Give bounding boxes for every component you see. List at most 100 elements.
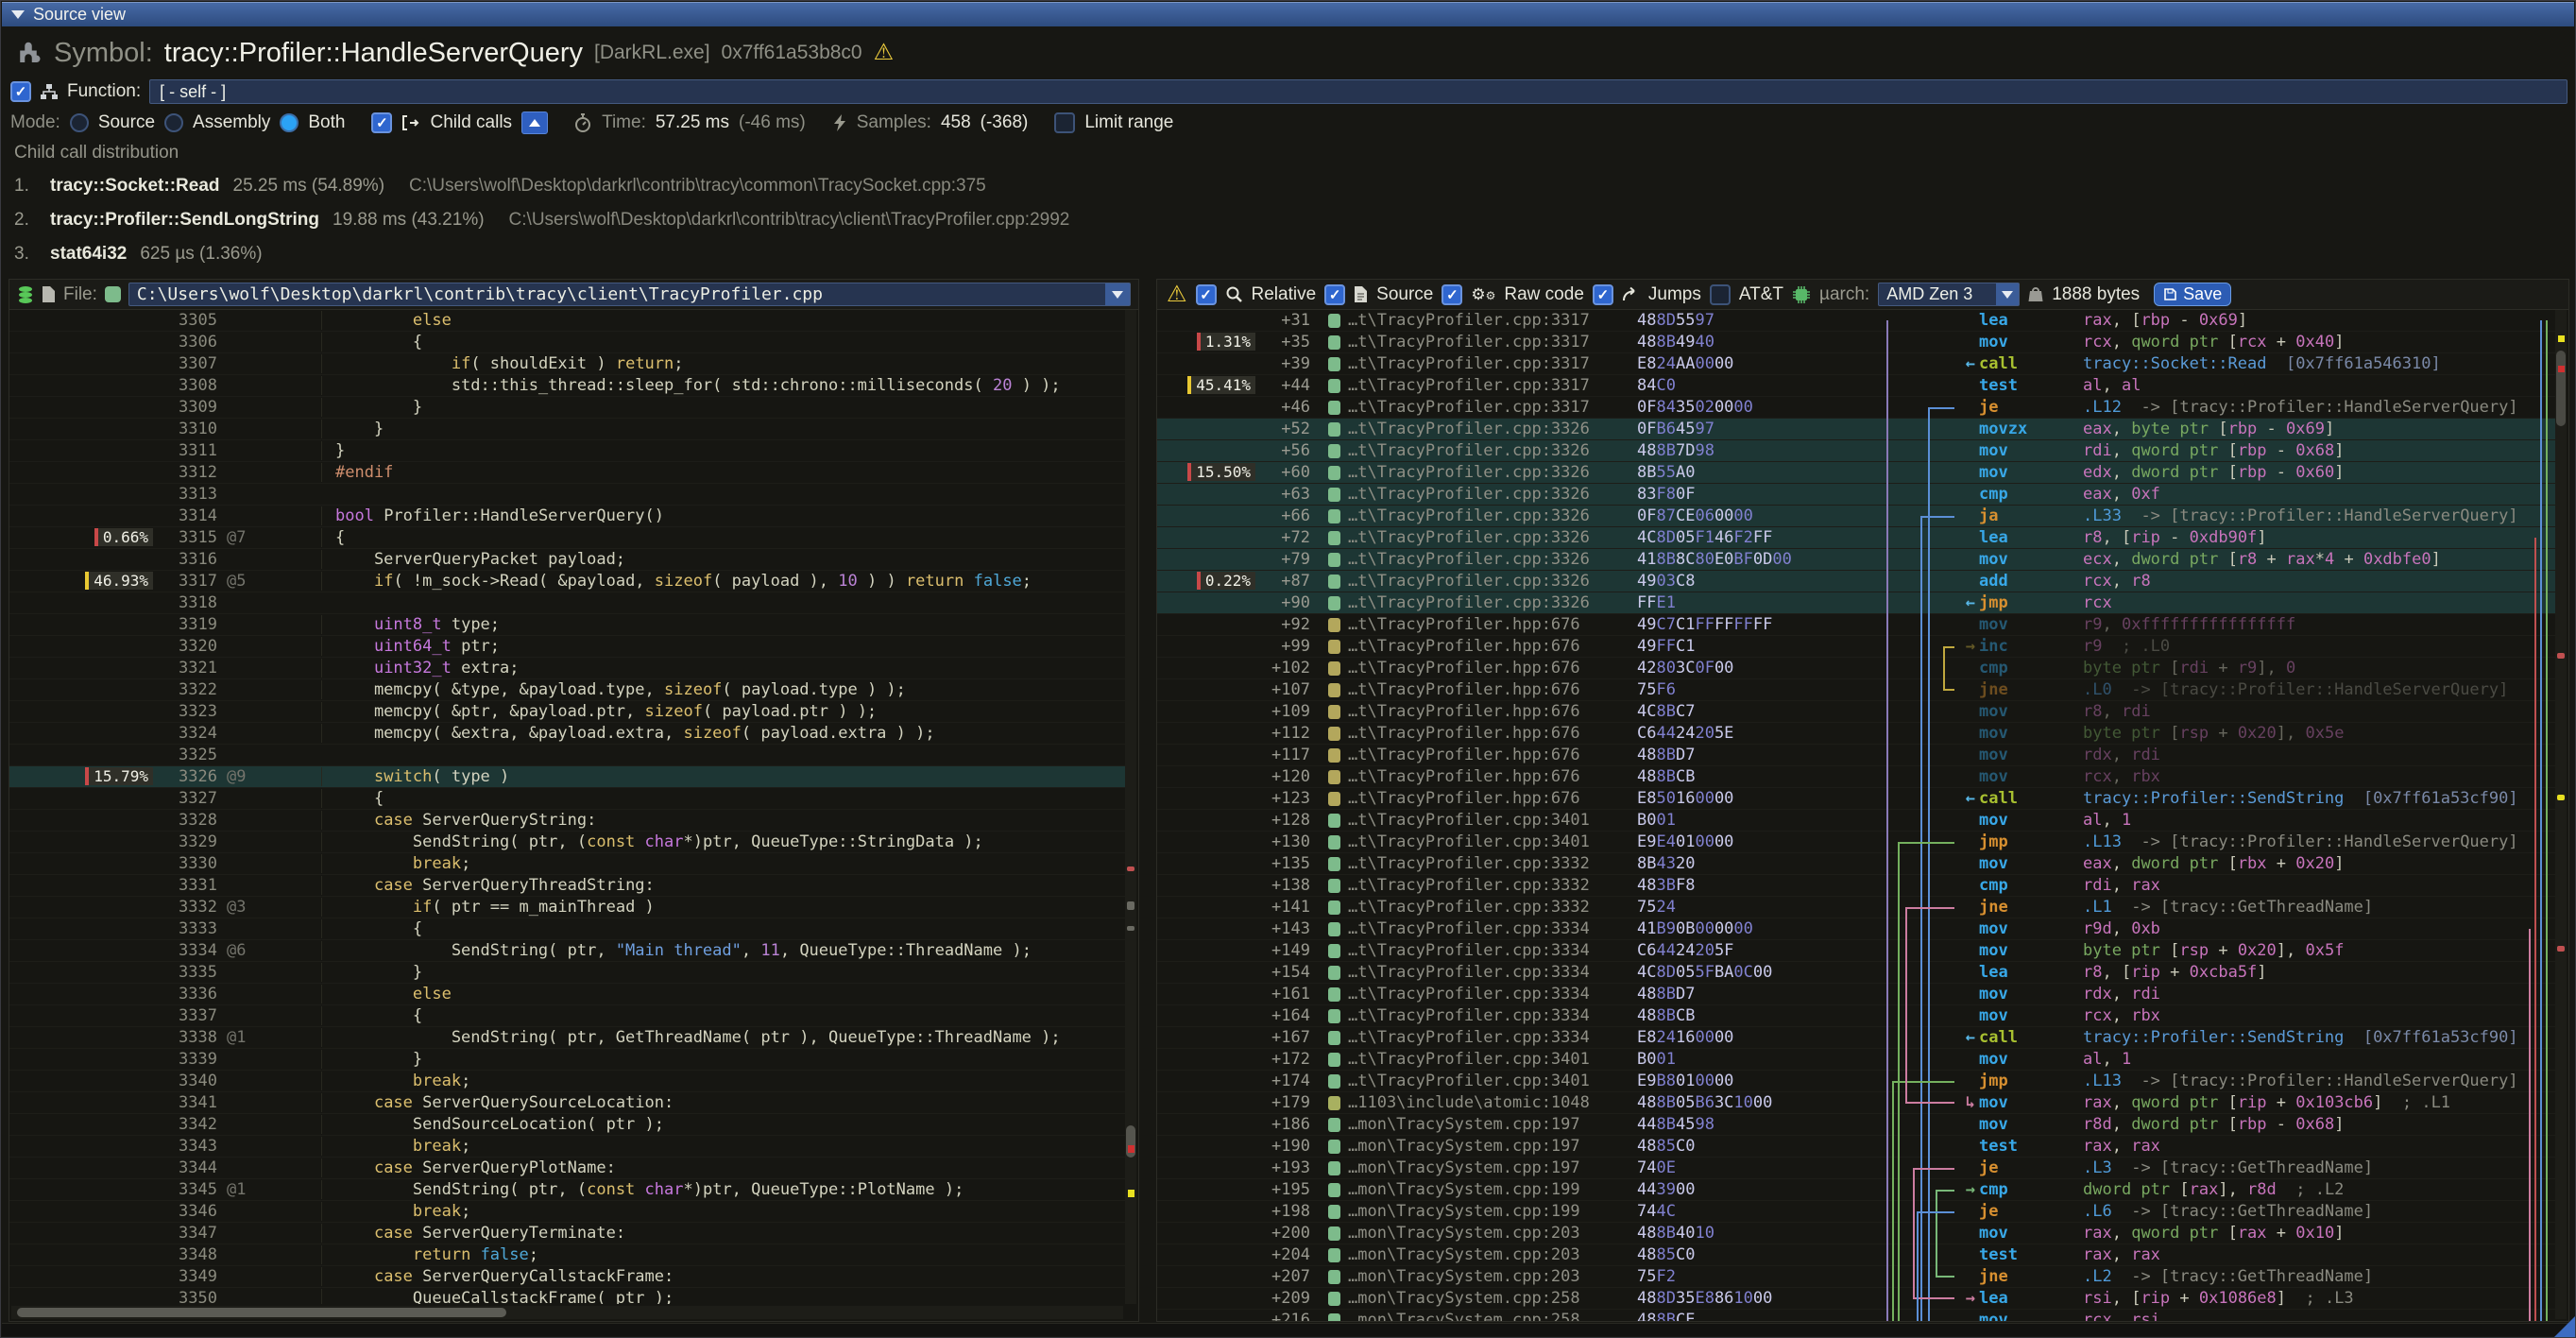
asm-instruction-row[interactable]: +195…mon\TracySystem.cpp:199443900→cmpdw… bbox=[1157, 1179, 2555, 1201]
source-checkbox[interactable]: ✓ bbox=[1324, 284, 1345, 305]
source-line-row[interactable]: 3307 if( shouldExit ) return; bbox=[9, 353, 1125, 375]
asm-source-location[interactable]: …t\TracyProfiler.cpp:3334 bbox=[1348, 1028, 1637, 1047]
asm-source-location[interactable]: …mon\TracySystem.cpp:203 bbox=[1348, 1245, 1637, 1264]
asm-instruction-row[interactable]: 0.22%+87…t\TracyProfiler.cpp:33264903C8a… bbox=[1157, 571, 2555, 592]
march-dropdown[interactable]: AMD Zen 3 bbox=[1878, 283, 2020, 306]
asm-source-location[interactable]: …t\TracyProfiler.cpp:3334 bbox=[1348, 1006, 1637, 1025]
asm-source-location[interactable]: …t\TracyProfiler.cpp:3317 bbox=[1348, 376, 1637, 395]
source-line-row[interactable]: 3318 bbox=[9, 592, 1125, 614]
source-line-row[interactable]: 3319 uint8_t type; bbox=[9, 614, 1125, 636]
source-horizontal-scrollbar[interactable] bbox=[11, 1306, 1123, 1319]
source-line-row[interactable]: 3350 QueueCallstackFrame( ptr ); bbox=[9, 1288, 1125, 1304]
asm-instruction-row[interactable]: +56…t\TracyProfiler.cpp:3326488B7D98movr… bbox=[1157, 440, 2555, 462]
raw-code-checkbox[interactable]: ✓ bbox=[1442, 284, 1462, 305]
source-line-row[interactable]: 3342 SendSourceLocation( ptr ); bbox=[9, 1114, 1125, 1136]
asm-source-location[interactable]: …t\TracyProfiler.hpp:676 bbox=[1348, 615, 1637, 634]
source-line-row[interactable]: 3333 { bbox=[9, 918, 1125, 940]
source-line-row[interactable]: 3349 case ServerQueryCallstackFrame: bbox=[9, 1266, 1125, 1288]
source-line-row[interactable]: 3327 { bbox=[9, 788, 1125, 810]
asm-instruction-row[interactable]: +149…t\TracyProfiler.cpp:3334C64424205Fm… bbox=[1157, 940, 2555, 962]
asm-instruction-row[interactable]: +141…t\TracyProfiler.cpp:33327524jne.L1 … bbox=[1157, 897, 2555, 918]
asm-instruction-row[interactable]: +63…t\TracyProfiler.cpp:332683F80Fcmpeax… bbox=[1157, 484, 2555, 506]
source-line-row[interactable]: 3320 uint64_t ptr; bbox=[9, 636, 1125, 658]
asm-source-location[interactable]: …t\TracyProfiler.cpp:3326 bbox=[1348, 420, 1637, 438]
asm-instruction-row[interactable]: 15.50%+60…t\TracyProfiler.cpp:33268B55A0… bbox=[1157, 462, 2555, 484]
asm-source-location[interactable]: …t\TracyProfiler.cpp:3317 bbox=[1348, 354, 1637, 373]
asm-instruction-row[interactable]: +186…mon\TracySystem.cpp:197448B4598movr… bbox=[1157, 1114, 2555, 1136]
asm-instruction-row[interactable]: +161…t\TracyProfiler.cpp:3334488BD7movrd… bbox=[1157, 984, 2555, 1005]
asm-instruction-row[interactable]: +143…t\TracyProfiler.cpp:333441B90B00000… bbox=[1157, 918, 2555, 940]
asm-instruction-row[interactable]: +198…mon\TracySystem.cpp:199744Cje.L6 ->… bbox=[1157, 1201, 2555, 1223]
asm-instruction-row[interactable]: +120…t\TracyProfiler.hpp:676488BCBmovrcx… bbox=[1157, 766, 2555, 788]
source-line-row[interactable]: 3314bool Profiler::HandleServerQuery() bbox=[9, 506, 1125, 527]
file-dropdown[interactable]: C:\Users\wolf\Desktop\darkrl\contrib\tra… bbox=[128, 283, 1131, 306]
asm-instruction-row[interactable]: +135…t\TracyProfiler.cpp:33328B4320movea… bbox=[1157, 853, 2555, 875]
source-line-row[interactable]: 3337 { bbox=[9, 1005, 1125, 1027]
asm-source-location[interactable]: …t\TracyProfiler.cpp:3401 bbox=[1348, 1050, 1637, 1069]
asm-source-location[interactable]: …t\TracyProfiler.cpp:3326 bbox=[1348, 593, 1637, 612]
asm-source-location[interactable]: …t\TracyProfiler.hpp:676 bbox=[1348, 789, 1637, 808]
asm-source-location[interactable]: …t\TracyProfiler.cpp:3326 bbox=[1348, 441, 1637, 460]
asm-source-location[interactable]: …t\TracyProfiler.hpp:676 bbox=[1348, 702, 1637, 721]
asm-instruction-row[interactable]: +72…t\TracyProfiler.cpp:33264C8D05F146F2… bbox=[1157, 527, 2555, 549]
asm-source-location[interactable]: …t\TracyProfiler.cpp:3317 bbox=[1348, 398, 1637, 417]
source-line-row[interactable]: 46.93%3317@5 if( !m_sock->Read( &payload… bbox=[9, 571, 1125, 592]
source-line-row[interactable]: 3324 memcpy( &extra, &payload.extra, siz… bbox=[9, 723, 1125, 745]
child-call-item[interactable]: 1.tracy::Socket::Read25.25 ms (54.89%)C:… bbox=[14, 176, 2567, 197]
asm-instruction-row[interactable]: +109…t\TracyProfiler.hpp:6764C8BC7movr8,… bbox=[1157, 701, 2555, 723]
asm-instruction-row[interactable]: +39…t\TracyProfiler.cpp:3317E824AA0000←c… bbox=[1157, 353, 2555, 375]
asm-source-location[interactable]: …t\TracyProfiler.cpp:3326 bbox=[1348, 528, 1637, 547]
asm-instruction-row[interactable]: +79…t\TracyProfiler.cpp:3326418B8C80E0BF… bbox=[1157, 549, 2555, 571]
asm-source-location[interactable]: …mon\TracySystem.cpp:199 bbox=[1348, 1180, 1637, 1199]
asm-source-location[interactable]: …t\TracyProfiler.hpp:676 bbox=[1348, 680, 1637, 699]
asm-instruction-row[interactable]: +128…t\TracyProfiler.cpp:3401B001moval, … bbox=[1157, 810, 2555, 832]
asm-instruction-row[interactable]: +107…t\TracyProfiler.hpp:67675F6jne.L0 -… bbox=[1157, 679, 2555, 701]
asm-instruction-row[interactable]: 1.31%+35…t\TracyProfiler.cpp:3317488B494… bbox=[1157, 332, 2555, 353]
asm-instruction-row[interactable]: +130…t\TracyProfiler.cpp:3401E9E4010000j… bbox=[1157, 832, 2555, 853]
source-line-row[interactable]: 3332@3 if( ptr == m_mainThread ) bbox=[9, 897, 1125, 918]
asm-source-location[interactable]: …mon\TracySystem.cpp:203 bbox=[1348, 1267, 1637, 1286]
source-line-row[interactable]: 3309 } bbox=[9, 397, 1125, 419]
source-line-row[interactable]: 3335 } bbox=[9, 962, 1125, 984]
asm-source-location[interactable]: …t\TracyProfiler.cpp:3334 bbox=[1348, 919, 1637, 938]
asm-source-location[interactable]: …mon\TracySystem.cpp:258 bbox=[1348, 1311, 1637, 1321]
collapse-icon[interactable] bbox=[11, 10, 25, 19]
asm-instruction-row[interactable]: +200…mon\TracySystem.cpp:203488B4010movr… bbox=[1157, 1223, 2555, 1244]
asm-instruction-row[interactable]: +179…1103\include\atomic:1048488B05B63C1… bbox=[1157, 1092, 2555, 1114]
asm-source-location[interactable]: …t\TracyProfiler.cpp:3334 bbox=[1348, 985, 1637, 1004]
source-line-row[interactable]: 3334@6 SendString( ptr, "Main thread", 1… bbox=[9, 940, 1125, 962]
source-line-row[interactable]: 3321 uint32_t extra; bbox=[9, 658, 1125, 679]
asm-source-location[interactable]: …t\TracyProfiler.cpp:3317 bbox=[1348, 311, 1637, 330]
source-line-row[interactable]: 3328 case ServerQueryString: bbox=[9, 810, 1125, 832]
asm-source-location[interactable]: …t\TracyProfiler.cpp:3326 bbox=[1348, 485, 1637, 504]
asm-instruction-row[interactable]: +52…t\TracyProfiler.cpp:33260FB64597movz… bbox=[1157, 419, 2555, 440]
function-dropdown[interactable]: [ - self - ] bbox=[149, 79, 2567, 104]
asm-instruction-row[interactable]: +154…t\TracyProfiler.cpp:33344C8D055FBA0… bbox=[1157, 962, 2555, 984]
asm-instruction-row[interactable]: +207…mon\TracySystem.cpp:20375F2jne.L2 -… bbox=[1157, 1266, 2555, 1288]
asm-instruction-row[interactable]: +92…t\TracyProfiler.hpp:67649C7C1FFFFFFF… bbox=[1157, 614, 2555, 636]
source-line-row[interactable]: 3306 { bbox=[9, 332, 1125, 353]
source-line-row[interactable]: 3348 return false; bbox=[9, 1244, 1125, 1266]
assembly-vertical-scrollbar[interactable] bbox=[2555, 310, 2567, 1319]
source-line-row[interactable]: 3340 break; bbox=[9, 1071, 1125, 1092]
source-line-row[interactable]: 3345@1 SendString( ptr, (const char*)ptr… bbox=[9, 1179, 1125, 1201]
asm-instruction-row[interactable]: +90…t\TracyProfiler.cpp:3326FFE1←jmprcx bbox=[1157, 592, 2555, 614]
asm-source-location[interactable]: …mon\TracySystem.cpp:197 bbox=[1348, 1158, 1637, 1177]
asm-source-location[interactable]: …t\TracyProfiler.cpp:3332 bbox=[1348, 898, 1637, 917]
asm-source-location[interactable]: …t\TracyProfiler.cpp:3317 bbox=[1348, 333, 1637, 352]
radio-both[interactable] bbox=[280, 113, 299, 132]
save-button[interactable]: Save bbox=[2154, 283, 2231, 306]
asm-source-location[interactable]: …t\TracyProfiler.hpp:676 bbox=[1348, 767, 1637, 786]
source-line-row[interactable]: 3313 bbox=[9, 484, 1125, 506]
window-titlebar[interactable]: Source view bbox=[2, 2, 2574, 26]
asm-instruction-row[interactable]: +193…mon\TracySystem.cpp:197740Eje.L3 ->… bbox=[1157, 1158, 2555, 1179]
asm-instruction-row[interactable]: 45.41%+44…t\TracyProfiler.cpp:331784C0te… bbox=[1157, 375, 2555, 397]
asm-source-location[interactable]: …mon\TracySystem.cpp:197 bbox=[1348, 1137, 1637, 1156]
source-line-row[interactable]: 3312#endif bbox=[9, 462, 1125, 484]
asm-instruction-row[interactable]: +174…t\TracyProfiler.cpp:3401E9B8010000j… bbox=[1157, 1071, 2555, 1092]
child-calls-checkbox[interactable]: ✓ bbox=[371, 112, 392, 133]
source-line-row[interactable]: 15.79%3326@9 switch( type ) bbox=[9, 766, 1125, 788]
source-line-row[interactable]: 3316 ServerQueryPacket payload; bbox=[9, 549, 1125, 571]
asm-instruction-row[interactable]: +216…mon\TracySystem.cpp:258488BCEmovrcx… bbox=[1157, 1310, 2555, 1321]
asm-instruction-row[interactable]: +123…t\TracyProfiler.hpp:676E850160000←c… bbox=[1157, 788, 2555, 810]
